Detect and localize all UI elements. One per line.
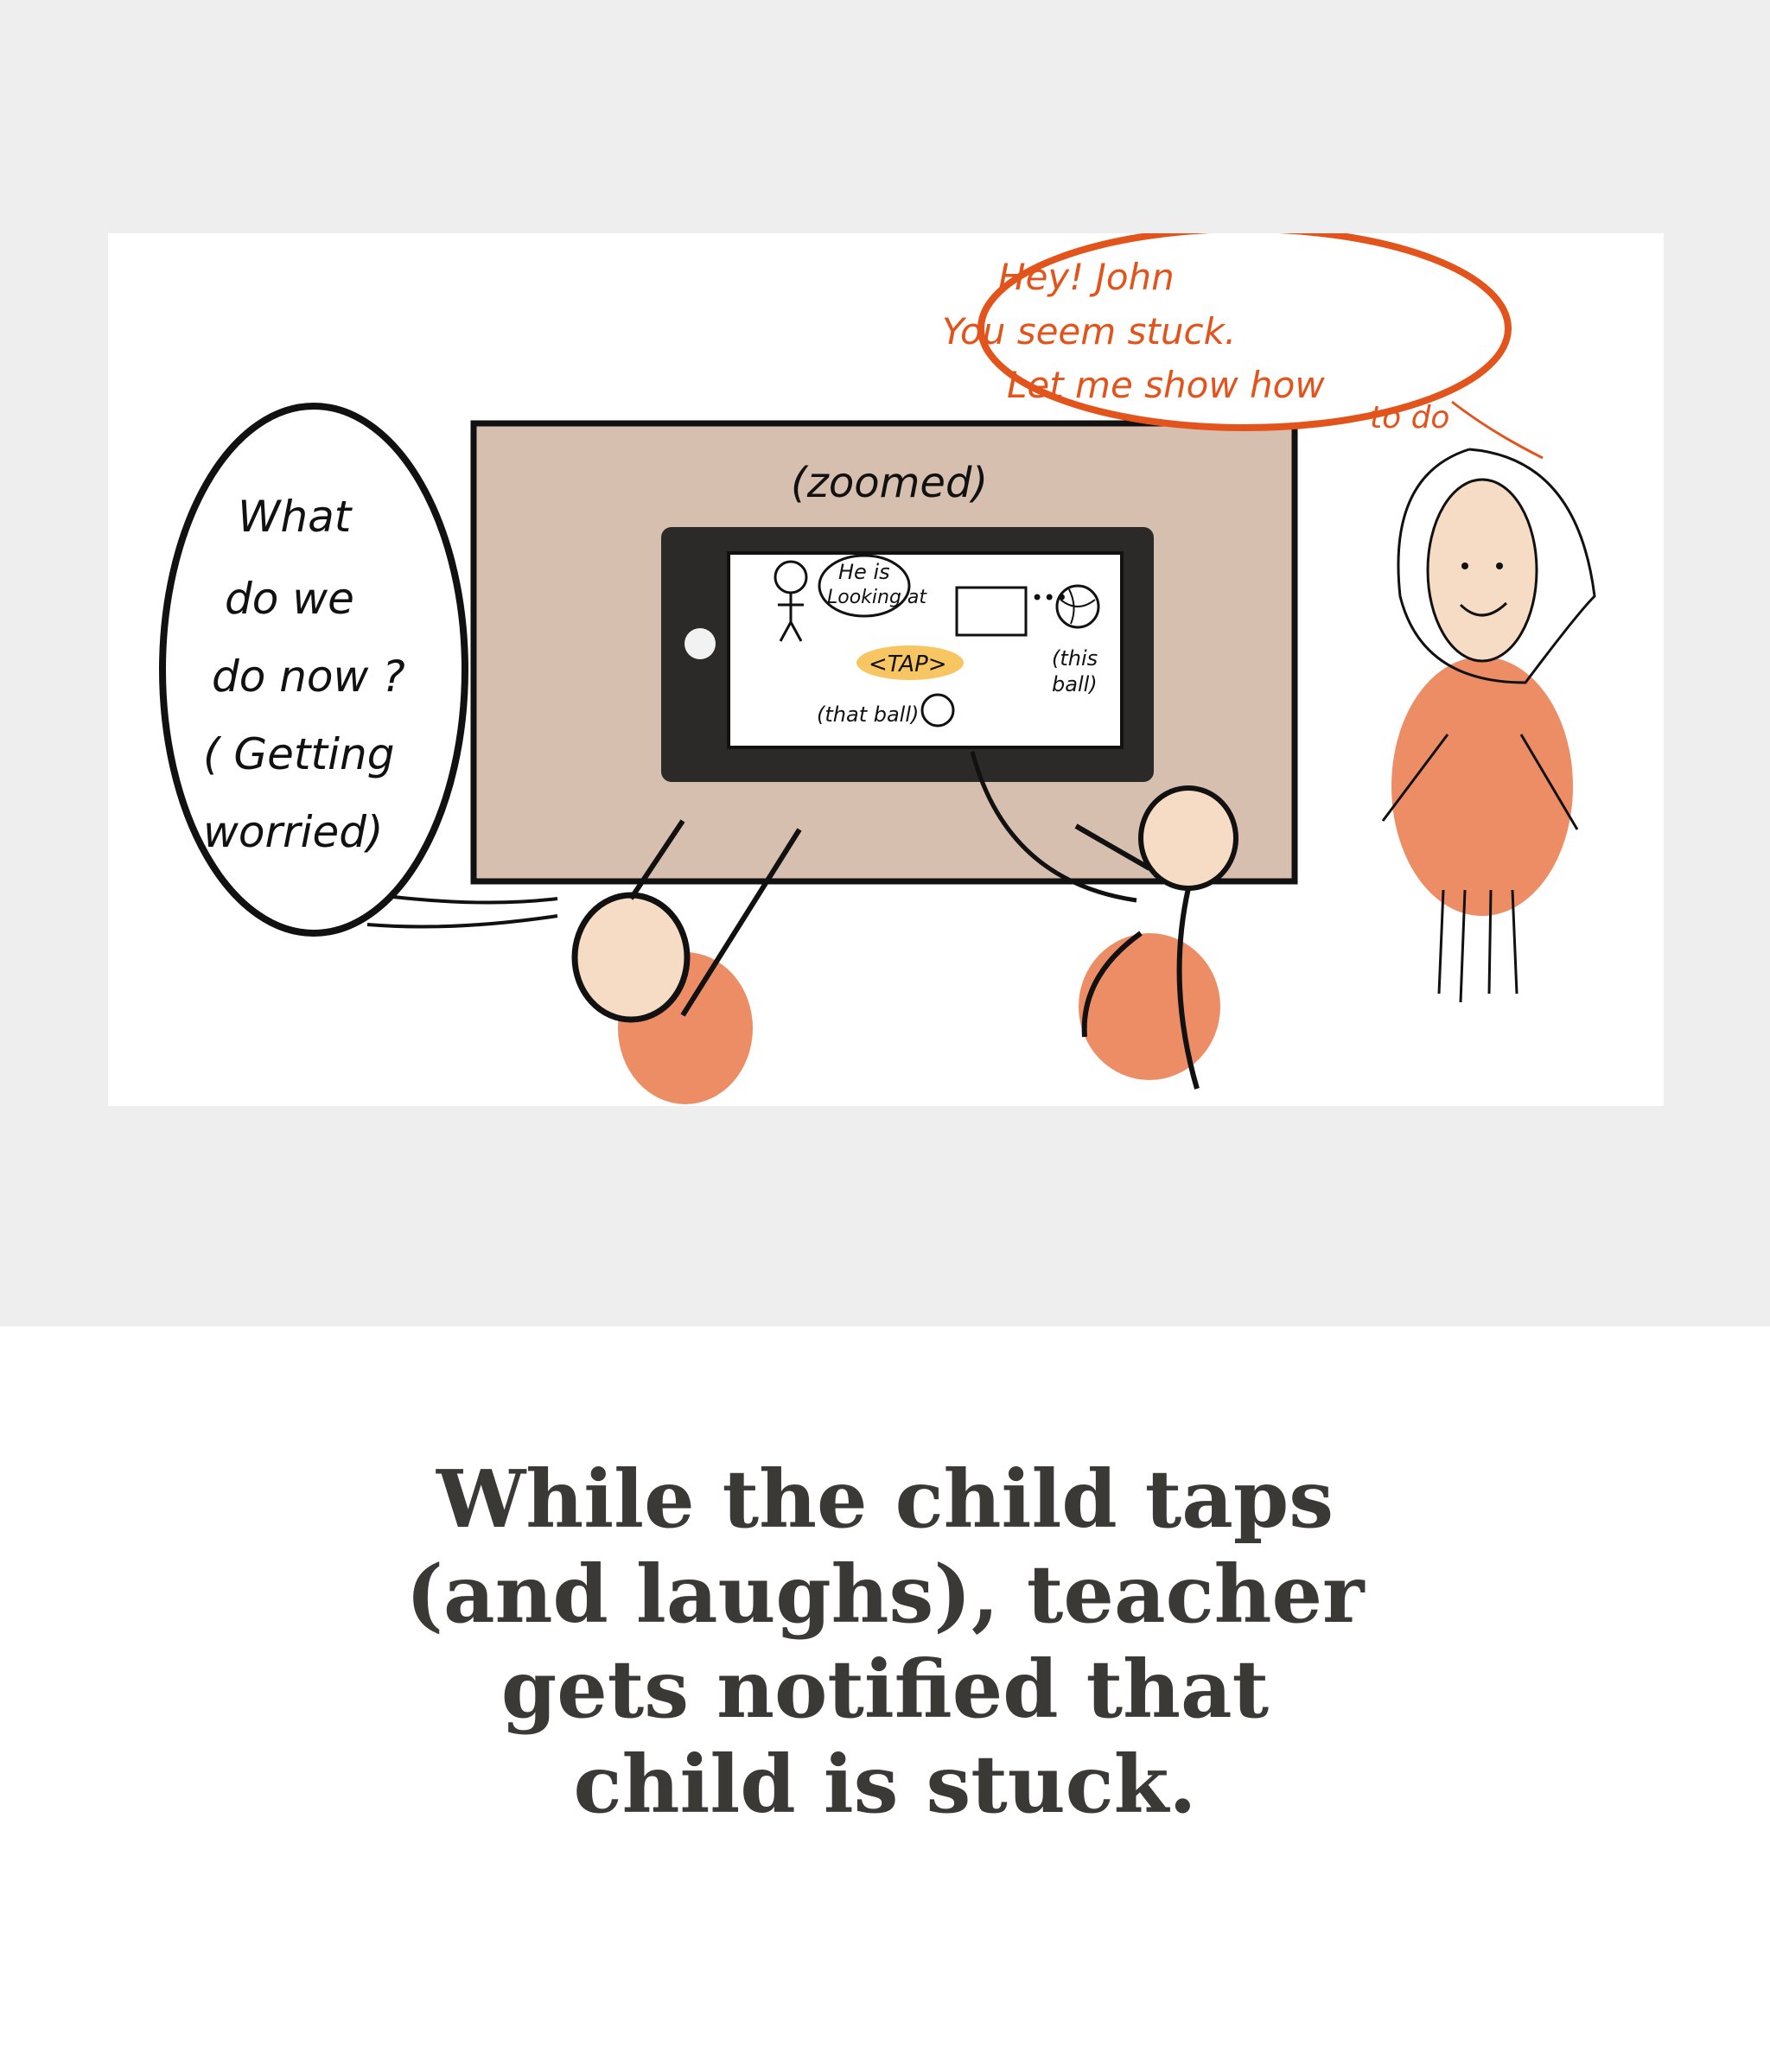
child-bubble-line-3: do now ?: [212, 651, 405, 702]
teacher-bubble-line-1: Hey! John: [998, 256, 1175, 298]
child-bubble-line-1: What: [238, 492, 353, 542]
tablet-home-button: [684, 628, 716, 659]
child-bubble-line-4: ( Getting: [203, 729, 394, 779]
child2-head: [1138, 785, 1238, 891]
svg-text:Looking at: Looking at: [827, 587, 927, 608]
teacher-bubble-line-3: Let me show how: [1007, 364, 1325, 406]
svg-text:He is: He is: [838, 560, 890, 584]
caption: While the child taps (and laughs), teach…: [194, 1452, 1576, 1832]
storyboard-illustration: (zoomed) He is Looking at ••• (this ball…: [159, 233, 1596, 1104]
tap-label: <TAP>: [869, 651, 947, 677]
child2-shirt-blob: [1079, 933, 1220, 1080]
child-bubble-line-5: worried): [203, 807, 384, 857]
storyboard-panel: (zoomed) He is Looking at ••• (this ball…: [108, 233, 1664, 1106]
caption-line-1: While the child taps: [436, 1452, 1334, 1546]
svg-text:(this: (this: [1052, 646, 1098, 671]
teacher-bubble-line-4: to do: [1370, 400, 1449, 435]
caption-line-4: child is stuck.: [573, 1738, 1197, 1831]
caption-line-3: gets notified that: [500, 1643, 1270, 1736]
teacher-bubble-line-2: You seem stuck.: [942, 310, 1236, 353]
zoomed-note: (zoomed): [791, 459, 988, 507]
svg-text:•••: •••: [1031, 586, 1067, 610]
svg-text:ball): ball): [1052, 672, 1098, 696]
child-bubble-line-2: do we: [225, 574, 354, 624]
teacher-face: [1426, 478, 1538, 663]
that-ball-label: (that ball): [817, 702, 919, 727]
teacher-shirt-blob: [1391, 657, 1573, 916]
child1-head: [571, 892, 691, 1023]
caption-line-2: (and laughs), teacher: [405, 1548, 1365, 1641]
